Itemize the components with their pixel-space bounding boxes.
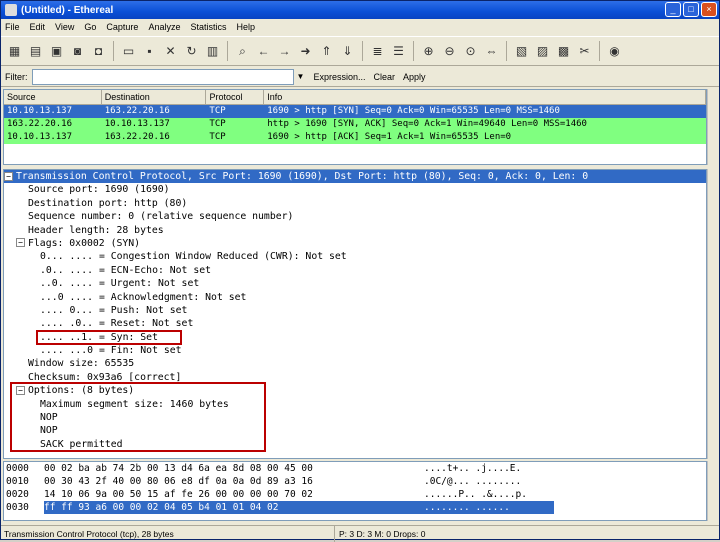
- menu-bar: File Edit View Go Capture Analyze Statis…: [1, 19, 719, 35]
- hex-row: 0010 00 30 43 2f 40 00 80 06 e8 df 0a 0a…: [6, 476, 522, 487]
- tree-item[interactable]: Window size: 65535: [4, 357, 706, 370]
- status-field-info: Transmission Control Protocol (tcp), 28 …: [1, 525, 335, 542]
- expression-button[interactable]: Expression...: [314, 72, 366, 82]
- resize-columns-icon[interactable]: ⇔: [482, 42, 501, 61]
- go-last-icon[interactable]: ⇓: [338, 42, 357, 61]
- window-title: (Untitled) - Ethereal: [21, 4, 114, 16]
- packet-row[interactable]: 10.10.13.137 163.22.20.16 TCP 1690 > htt…: [4, 105, 706, 118]
- tree-item-tcp[interactable]: − Transmission Control Protocol, Src Port…: [4, 170, 706, 184]
- hex-pane[interactable]: 0000 00 02 ba ab 74 2b 00 13 d4 6a ea 8d…: [3, 461, 707, 521]
- clear-button[interactable]: Clear: [374, 72, 396, 82]
- tree-item[interactable]: 0... .... = Congestion Window Reduced (C…: [4, 250, 706, 263]
- zoom-out-icon[interactable]: ⊖: [440, 42, 459, 61]
- collapse-icon[interactable]: −: [16, 238, 25, 248]
- menu-capture[interactable]: Capture: [106, 22, 138, 32]
- packet-details[interactable]: − Transmission Control Protocol, Src Port…: [3, 169, 707, 459]
- tree-item[interactable]: Sequence number: 0 (relative sequence nu…: [4, 210, 706, 223]
- start-capture-icon[interactable]: ▣: [47, 42, 66, 61]
- auto-scroll-icon[interactable]: ☰: [389, 42, 408, 61]
- app-window: (Untitled) - Ethereal _ □ × File Edit Vi…: [0, 0, 720, 542]
- close-button[interactable]: ×: [701, 2, 717, 17]
- tree-item[interactable]: ...0 .... = Acknowledgment: Not set: [4, 291, 706, 304]
- app-icon: [5, 4, 17, 16]
- print-icon[interactable]: ▥: [203, 42, 222, 61]
- colorize-icon[interactable]: ≣: [368, 42, 387, 61]
- capture-options-icon[interactable]: ▤: [26, 42, 45, 61]
- column-protocol[interactable]: Protocol: [206, 90, 265, 105]
- filter-dropdown-icon[interactable]: ▼: [294, 69, 308, 85]
- close-file-icon[interactable]: ✕: [161, 42, 180, 61]
- packet-list-header: Source Destination Protocol Info: [4, 90, 706, 105]
- tree-item[interactable]: .... .0.. = Reset: Not set: [4, 317, 706, 330]
- menu-analyze[interactable]: Analyze: [148, 22, 180, 32]
- hex-row: 0030 ff ff 93 a6 00 00 02 04 05 b4 01 01…: [4, 501, 706, 514]
- go-back-icon[interactable]: ←: [254, 42, 273, 61]
- tree-item[interactable]: ..0. .... = Urgent: Not set: [4, 277, 706, 290]
- status-packet-counts: P: 3 D: 3 M: 0 Drops: 0: [339, 528, 426, 539]
- column-source[interactable]: Source: [4, 90, 102, 105]
- details-scrollbar[interactable]: [707, 169, 719, 459]
- restart-capture-icon[interactable]: ◘: [89, 42, 108, 61]
- hex-scrollbar[interactable]: [707, 461, 719, 521]
- packet-list-scrollbar[interactable]: [707, 89, 719, 165]
- status-bar: Transmission Control Protocol (tcp), 28 …: [1, 525, 719, 542]
- menu-edit[interactable]: Edit: [30, 22, 46, 32]
- filter-bar: Filter: ▼ Expression... Clear Apply: [1, 67, 719, 87]
- main-toolbar: ▦ ▤ ▣ ◙ ◘ ▭ ▪ ✕ ↻ ▥ ⌕ ← → ➜ ⇑ ⇓ ≣ ☰ ⊕ ⊖ …: [1, 36, 719, 66]
- hex-row: 0000 00 02 ba ab 74 2b 00 13 d4 6a ea 8d…: [6, 463, 522, 474]
- tree-item[interactable]: Destination port: http (80): [4, 197, 706, 210]
- stop-capture-icon[interactable]: ◙: [68, 42, 87, 61]
- packet-row[interactable]: 10.10.13.137 163.22.20.16 TCP 1690 > htt…: [4, 131, 706, 144]
- open-file-icon[interactable]: ▭: [119, 42, 138, 61]
- save-file-icon[interactable]: ▪: [140, 42, 159, 61]
- menu-statistics[interactable]: Statistics: [190, 22, 226, 32]
- title-bar[interactable]: (Untitled) - Ethereal _ □ ×: [1, 1, 719, 19]
- interfaces-icon[interactable]: ▦: [5, 42, 24, 61]
- column-info[interactable]: Info: [264, 90, 706, 105]
- collapse-icon[interactable]: −: [4, 171, 13, 181]
- find-packet-icon[interactable]: ⌕: [233, 42, 252, 61]
- maximize-button[interactable]: □: [683, 2, 699, 17]
- syn-highlight-box: [36, 330, 182, 345]
- zoom-normal-icon[interactable]: ⊙: [461, 42, 480, 61]
- tree-item[interactable]: .... 0... = Push: Not set: [4, 304, 706, 317]
- go-forward-icon[interactable]: →: [275, 42, 294, 61]
- coloring-rules-icon[interactable]: ▩: [554, 42, 573, 61]
- tree-item[interactable]: .0.. .... = ECN-Echo: Not set: [4, 264, 706, 277]
- column-destination[interactable]: Destination: [102, 90, 207, 105]
- menu-view[interactable]: View: [55, 22, 74, 32]
- options-highlight-box: [10, 382, 266, 452]
- menu-file[interactable]: File: [5, 22, 20, 32]
- tree-item-flags[interactable]: − Flags: 0x0002 (SYN): [4, 237, 706, 250]
- tree-item[interactable]: Header length: 28 bytes: [4, 224, 706, 237]
- preferences-icon[interactable]: ✂: [575, 42, 594, 61]
- capture-filters-icon[interactable]: ▧: [512, 42, 531, 61]
- tree-item[interactable]: .... ...0 = Fin: Not set: [4, 344, 706, 357]
- help-icon[interactable]: ◉: [605, 42, 624, 61]
- display-filters-icon[interactable]: ▨: [533, 42, 552, 61]
- filter-label: Filter:: [5, 71, 28, 82]
- packet-row[interactable]: 163.22.20.16 10.10.13.137 TCP http > 169…: [4, 118, 706, 131]
- apply-button[interactable]: Apply: [403, 72, 426, 82]
- filter-input[interactable]: [31, 68, 294, 85]
- tree-item[interactable]: Source port: 1690 (1690): [4, 183, 706, 196]
- reload-icon[interactable]: ↻: [182, 42, 201, 61]
- menu-help[interactable]: Help: [236, 22, 255, 32]
- go-to-packet-icon[interactable]: ➜: [296, 42, 315, 61]
- minimize-button[interactable]: _: [665, 2, 681, 17]
- hex-row: 0020 14 10 06 9a 00 50 15 af fe 26 00 00…: [6, 489, 527, 500]
- go-first-icon[interactable]: ⇑: [317, 42, 336, 61]
- menu-go[interactable]: Go: [84, 22, 96, 32]
- zoom-in-icon[interactable]: ⊕: [419, 42, 438, 61]
- packet-list[interactable]: Source Destination Protocol Info 10.10.1…: [3, 89, 707, 165]
